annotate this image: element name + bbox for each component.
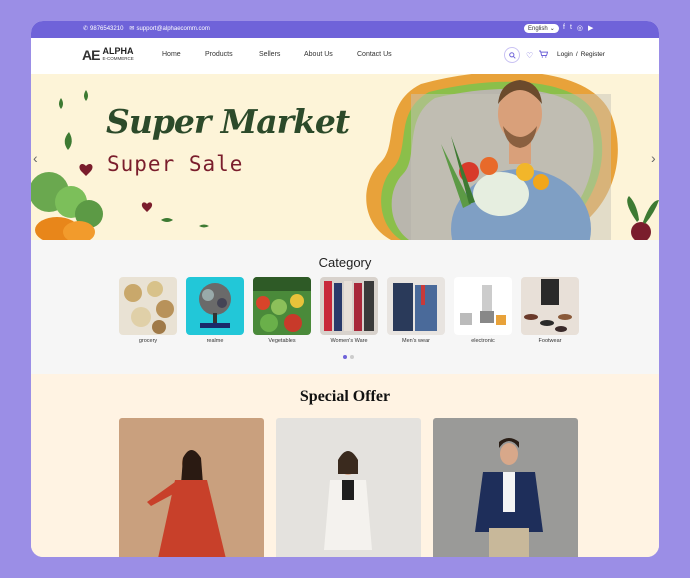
social-links: f t ◎ ▶ <box>563 24 593 32</box>
hero-banner: Super Market Super Sale ‹ › <box>31 74 659 240</box>
login-link[interactable]: Login <box>557 51 573 58</box>
category-item[interactable]: Women's Ware <box>320 277 378 344</box>
auth-separator: / <box>575 51 578 58</box>
carousel-dot-active[interactable] <box>343 355 347 359</box>
category-image-realme <box>186 277 244 335</box>
offer-card[interactable] <box>276 418 421 557</box>
mail-icon: ✉ <box>129 26 135 32</box>
offer-image-man-blue-blazer <box>433 418 578 557</box>
category-image-grocery <box>119 277 177 335</box>
search-icon[interactable] <box>504 47 520 63</box>
nav-about[interactable]: About Us <box>304 51 333 58</box>
category-section: Category grocery realme Vegetables Women… <box>31 240 659 374</box>
email-link[interactable]: ✉ support@alphaecomm.com <box>129 25 210 33</box>
category-label: Vegetables <box>268 338 296 344</box>
nav-sellers[interactable]: Sellers <box>259 51 280 58</box>
auth-links: Login / Register <box>557 51 605 58</box>
special-offer-section: Special Offer <box>31 374 659 557</box>
hero-subtitle: Super Sale <box>107 152 244 176</box>
special-offer-title: Special Offer <box>299 388 391 405</box>
category-label: grocery <box>138 338 158 344</box>
category-item[interactable]: Men's wear <box>387 277 445 344</box>
category-item[interactable]: Footwear <box>521 277 579 344</box>
category-item[interactable]: grocery <box>119 277 177 344</box>
category-image-footwear <box>521 277 579 335</box>
youtube-icon[interactable]: ▶ <box>588 24 593 32</box>
language-select[interactable]: English ⌄ <box>524 24 559 33</box>
category-title: Category <box>318 255 372 270</box>
nav-home[interactable]: Home <box>162 51 181 58</box>
facebook-icon[interactable]: f <box>563 24 565 32</box>
browser-page: ✆ 9876543210 ✉ support@alphaecomm.com Engl… <box>31 21 659 557</box>
category-image-womens-ware <box>320 277 378 335</box>
contact-info: ✆ 9876543210 ✉ support@alphaecomm.com <box>83 25 210 33</box>
offer-card[interactable] <box>433 418 578 557</box>
category-label: Women's Ware <box>330 338 368 344</box>
top-bar: ✆ 9876543210 ✉ support@alphaecomm.com Engl… <box>31 21 659 38</box>
carousel-dots <box>343 355 354 359</box>
offer-image-woman-white-suit <box>276 418 421 557</box>
category-label: electronic <box>471 338 495 344</box>
phone-icon: ✆ <box>83 26 89 32</box>
offer-card[interactable] <box>119 418 264 557</box>
category-item[interactable]: electronic <box>454 277 512 344</box>
phone-link[interactable]: ✆ 9876543210 <box>83 25 123 33</box>
logo-mark: AE <box>82 47 100 63</box>
main-navbar: AE ALPHA E-COMMERCE Home Products Seller… <box>31 38 659 74</box>
chevron-down-icon: ⌄ <box>549 26 555 32</box>
cart-icon[interactable] <box>539 50 549 60</box>
twitter-icon[interactable]: t <box>570 24 572 32</box>
carousel-dot[interactable] <box>350 355 354 359</box>
category-label: Footwear <box>538 338 562 344</box>
heart-icon[interactable]: ♡ <box>526 51 533 60</box>
category-item[interactable]: Vegetables <box>253 277 311 344</box>
logo-name: ALPHA <box>102 46 134 56</box>
logo[interactable]: AE ALPHA E-COMMERCE <box>82 46 134 64</box>
register-link[interactable]: Register <box>581 51 605 58</box>
category-label: realme <box>206 338 224 344</box>
category-image-electronic <box>454 277 512 335</box>
category-image-vegetables <box>253 277 311 335</box>
chevron-right-icon[interactable]: › <box>651 150 656 166</box>
logo-tagline: E-COMMERCE <box>102 56 134 61</box>
nav-icons: ♡ <box>504 47 549 63</box>
nav-products[interactable]: Products <box>205 51 233 58</box>
category-image-mens-wear <box>387 277 445 335</box>
instagram-icon[interactable]: ◎ <box>577 24 583 32</box>
category-label: Men's wear <box>402 338 430 344</box>
nav-contact[interactable]: Contact Us <box>357 51 392 58</box>
category-item[interactable]: realme <box>186 277 244 344</box>
chevron-left-icon[interactable]: ‹ <box>33 150 38 166</box>
hero-title: Super Market <box>106 102 350 141</box>
offer-image-woman-red-dress <box>119 418 264 557</box>
